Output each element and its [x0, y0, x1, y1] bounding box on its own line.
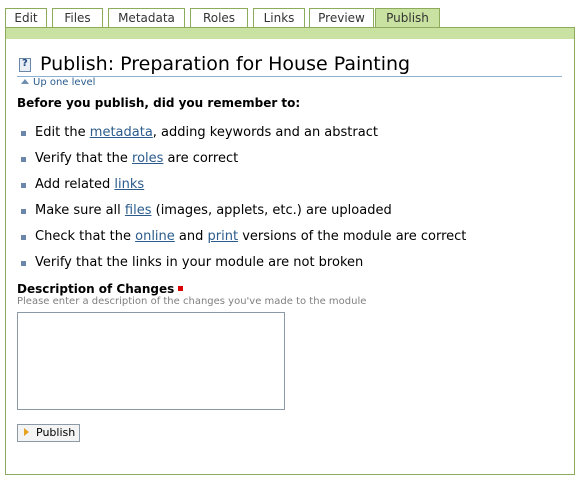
item-text: Verify that the — [35, 151, 133, 166]
up-one-level-link[interactable]: Up one level — [21, 77, 95, 88]
tab-preview[interactable]: Preview — [309, 8, 374, 27]
bullet-icon — [21, 261, 26, 266]
description-label: Description of Changes — [17, 282, 184, 296]
publish-checklist: Edit the metadata, adding keywords and a… — [21, 124, 466, 280]
arrow-right-icon — [24, 428, 29, 436]
list-item: Verify that the links in your module are… — [21, 254, 466, 280]
online-link[interactable]: online — [135, 229, 175, 244]
tab-publish[interactable]: Publish — [375, 8, 440, 28]
description-hint: Please enter a description of the change… — [17, 296, 367, 307]
item-text: , adding keywords and an abstract — [152, 125, 378, 140]
item-text: Make sure all — [35, 203, 125, 218]
item-text: Add related — [35, 177, 115, 192]
list-item: Edit the metadata, adding keywords and a… — [21, 124, 466, 150]
help-doc-icon: ? — [19, 58, 31, 72]
tab-links[interactable]: Links — [253, 8, 305, 27]
item-text: are correct — [163, 151, 239, 166]
item-text: (images, applets, etc.) are uploaded — [151, 203, 392, 218]
print-link[interactable]: print — [208, 229, 239, 244]
bullet-icon — [21, 209, 26, 214]
tab-roles[interactable]: Roles — [190, 8, 248, 27]
bullet-icon — [21, 235, 26, 240]
publish-button[interactable]: Publish — [17, 424, 80, 442]
page-header: ? Publish: Preparation for House Paintin… — [17, 52, 562, 77]
bullet-icon — [21, 157, 26, 162]
required-marker-icon — [178, 286, 184, 291]
links-link[interactable]: links — [114, 177, 144, 192]
description-field[interactable] — [17, 312, 285, 410]
bullet-icon — [21, 183, 26, 188]
item-text: versions of the module are correct — [238, 229, 467, 244]
tab-content-bar — [5, 27, 575, 39]
item-text: and — [174, 229, 208, 244]
bullet-icon — [21, 131, 26, 136]
item-text: Verify that the links in your module are… — [35, 255, 364, 270]
up-arrow-icon — [21, 79, 29, 84]
list-item: Make sure all files (images, applets, et… — [21, 202, 466, 228]
publish-button-label: Publish — [36, 426, 76, 439]
checklist-intro: Before you publish, did you remember to: — [17, 96, 301, 110]
tab-files[interactable]: Files — [52, 8, 103, 27]
metadata-link[interactable]: metadata — [90, 125, 153, 140]
list-item: Verify that the roles are correct — [21, 150, 466, 176]
up-one-level-label: Up one level — [33, 77, 96, 88]
item-text: Check that the — [35, 229, 136, 244]
item-text: Edit the — [35, 125, 90, 140]
files-link[interactable]: files — [125, 203, 152, 218]
roles-link[interactable]: roles — [132, 151, 163, 166]
list-item: Check that the online and print versions… — [21, 228, 466, 254]
tab-edit[interactable]: Edit — [5, 8, 47, 27]
tab-metadata[interactable]: Metadata — [108, 8, 185, 27]
page-title: Publish: Preparation for House Painting — [40, 53, 411, 75]
list-item: Add related links — [21, 176, 466, 202]
description-label-text: Description of Changes — [17, 282, 175, 296]
